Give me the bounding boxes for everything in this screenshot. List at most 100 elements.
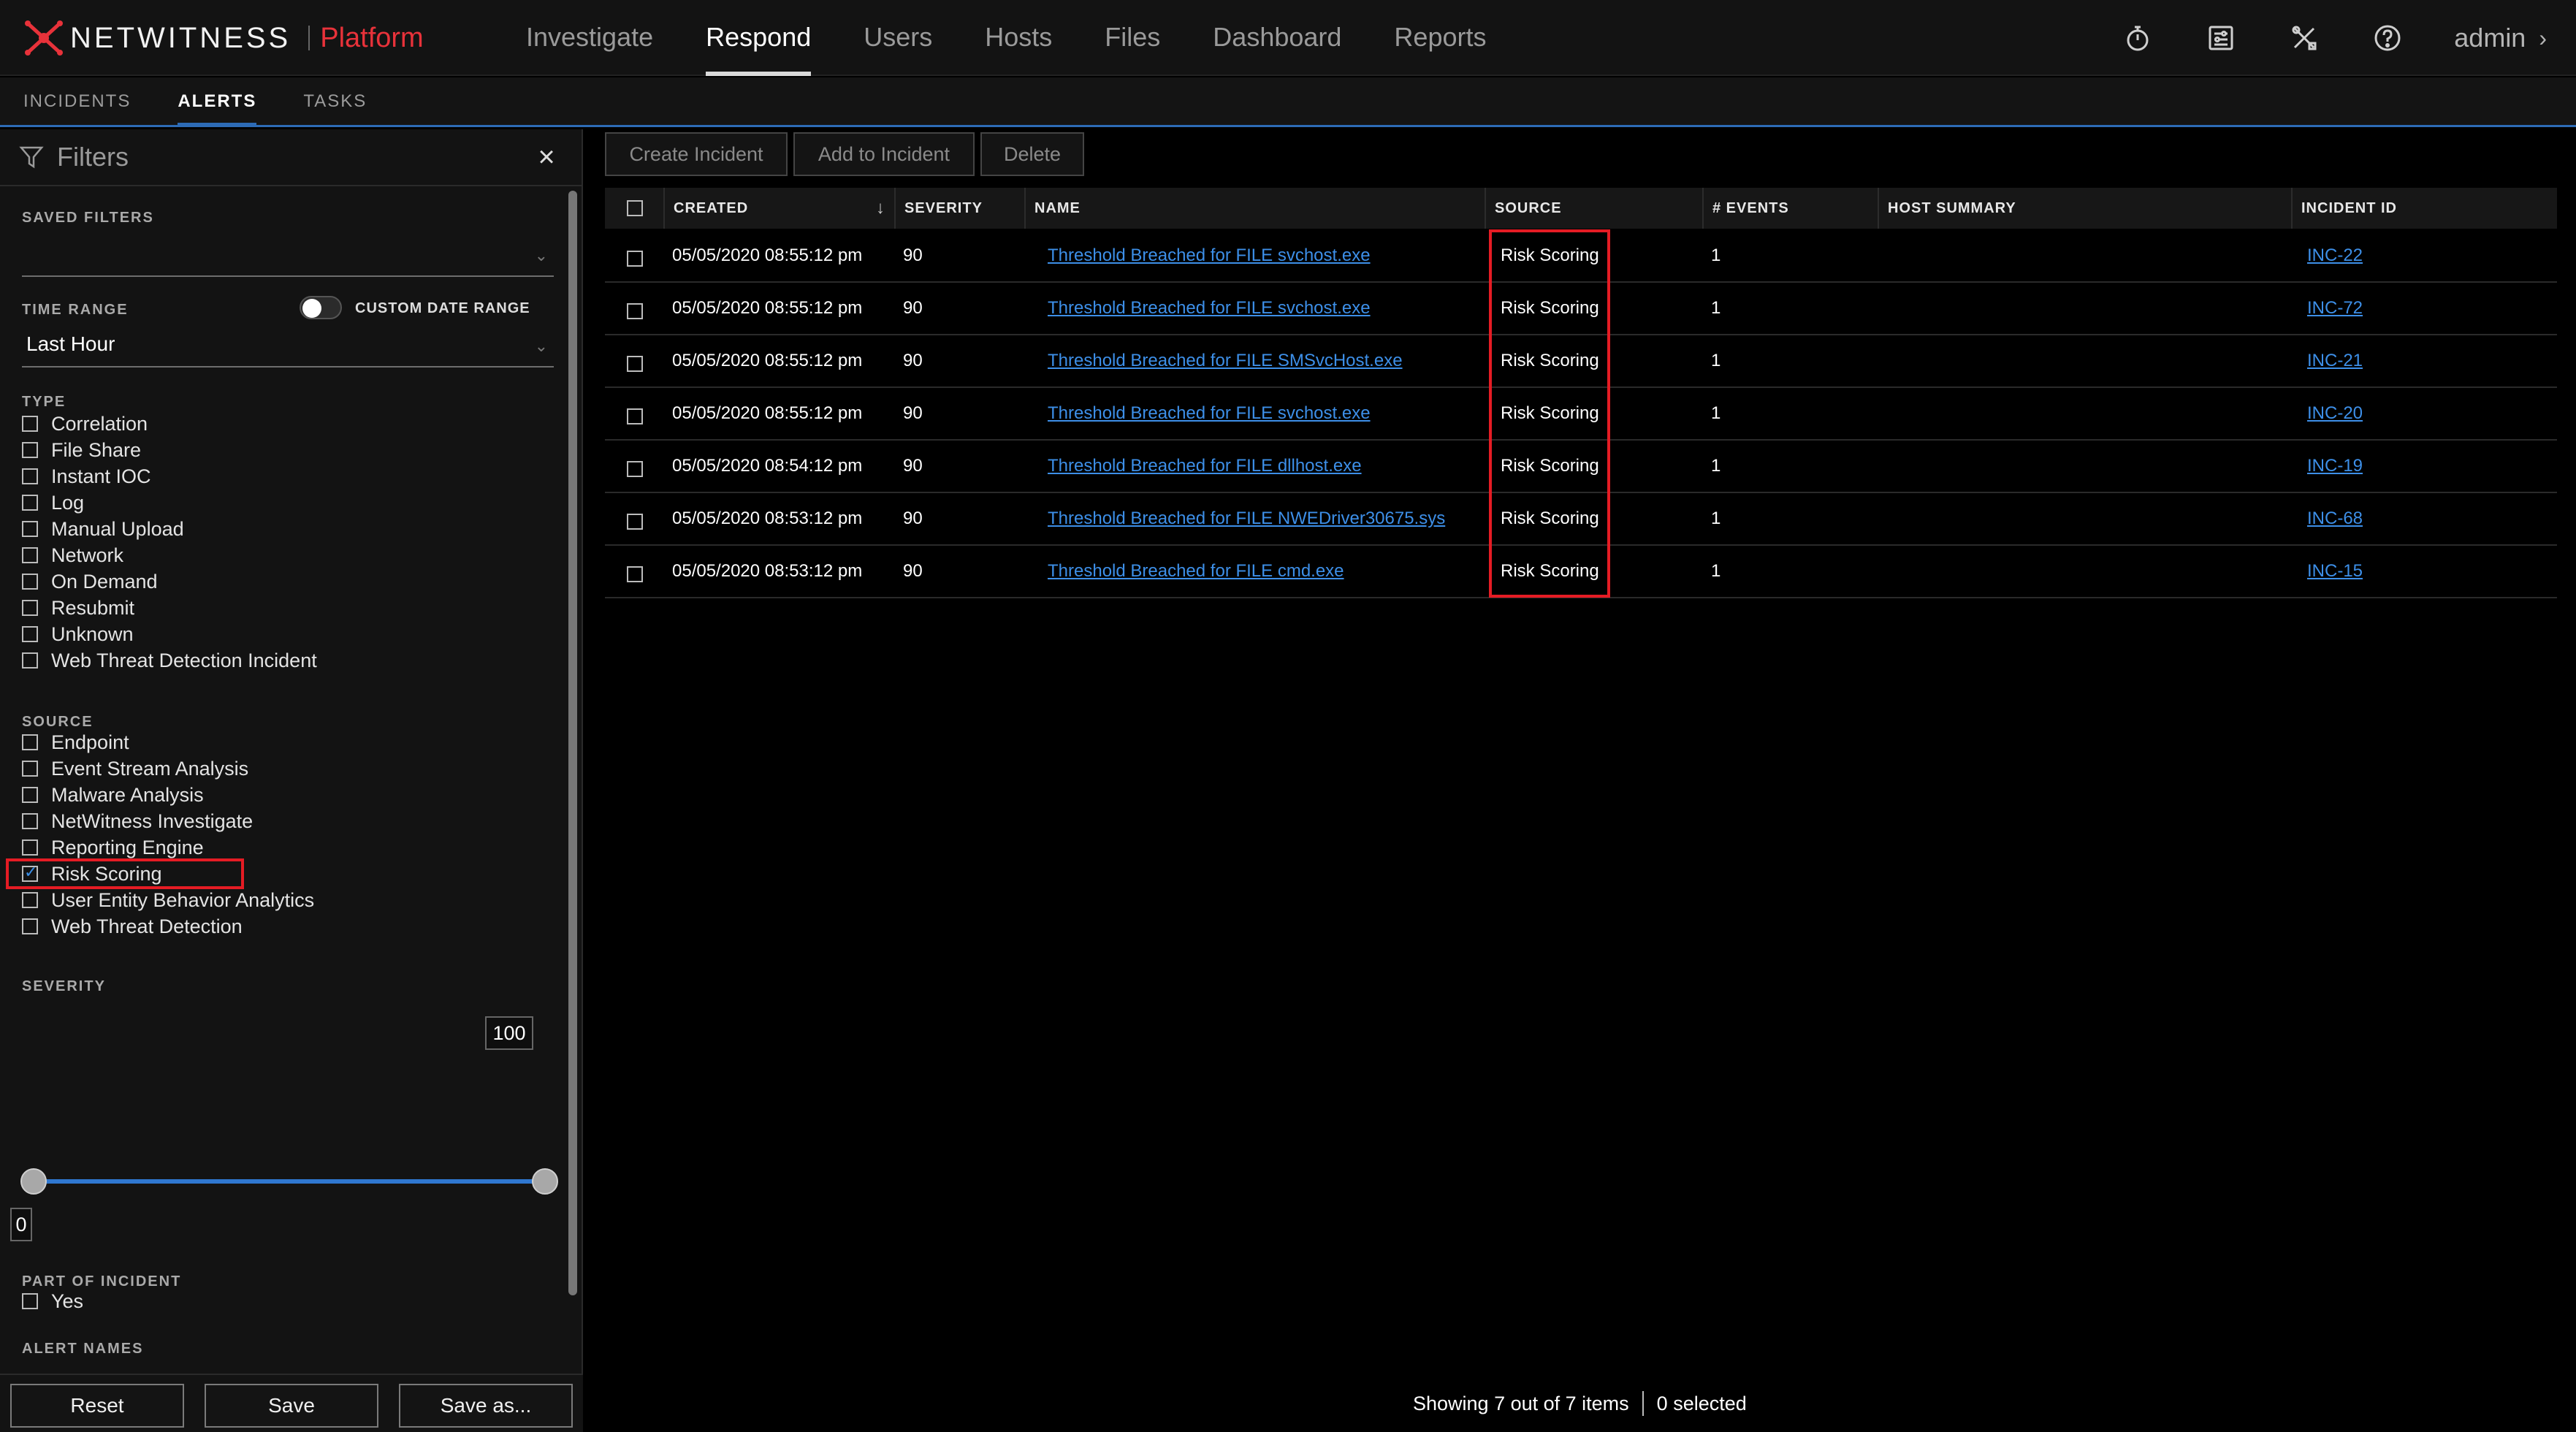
configure-button[interactable] bbox=[2179, 0, 2263, 76]
checkbox[interactable] bbox=[22, 1293, 38, 1309]
netwitness-logo[interactable]: NETWITNESS Platform bbox=[23, 19, 424, 57]
part-of-incident-yes[interactable]: Yes bbox=[22, 1288, 83, 1314]
column-events[interactable]: # EVENTS bbox=[1702, 188, 1878, 229]
alert-name-link[interactable]: Threshold Breached for FILE svchost.exe bbox=[1048, 245, 1371, 265]
row-checkbox[interactable] bbox=[627, 251, 643, 267]
type-file-share[interactable]: File Share bbox=[22, 437, 141, 463]
column-incident-id[interactable]: INCIDENT ID bbox=[2291, 188, 2557, 229]
source-reporting-engine[interactable]: Reporting Engine bbox=[22, 834, 204, 861]
nav-reports[interactable]: Reports bbox=[1368, 0, 1512, 76]
stopwatch-icon bbox=[2127, 26, 2149, 51]
delete-button[interactable]: Delete bbox=[980, 132, 1084, 176]
checkbox[interactable] bbox=[22, 761, 38, 777]
type-manual-upload[interactable]: Manual Upload bbox=[22, 516, 184, 542]
checkbox[interactable] bbox=[22, 813, 38, 829]
alert-name-link[interactable]: Threshold Breached for FILE dllhost.exe bbox=[1048, 456, 1362, 476]
severity-min-value[interactable]: 0 bbox=[10, 1208, 32, 1241]
tab-tasks[interactable]: TASKS bbox=[280, 77, 390, 125]
incident-id-link[interactable]: INC-21 bbox=[2307, 351, 2363, 370]
type-unknown[interactable]: Unknown bbox=[22, 621, 134, 647]
row-checkbox[interactable] bbox=[627, 566, 643, 582]
checkbox[interactable] bbox=[22, 574, 38, 590]
incident-id-link[interactable]: INC-68 bbox=[2307, 509, 2363, 528]
tab-alerts[interactable]: ALERTS bbox=[154, 77, 280, 127]
reset-button[interactable]: Reset bbox=[10, 1384, 184, 1428]
checkbox[interactable] bbox=[22, 892, 38, 908]
saved-filters-dropdown[interactable]: ⌄ bbox=[22, 236, 554, 277]
checkbox[interactable] bbox=[22, 521, 38, 537]
user-menu[interactable]: admin › bbox=[2454, 23, 2547, 53]
checkbox[interactable] bbox=[22, 495, 38, 511]
severity-slider-min-handle[interactable] bbox=[20, 1168, 47, 1195]
row-checkbox[interactable] bbox=[627, 303, 643, 319]
type-network[interactable]: Network bbox=[22, 542, 123, 568]
checkbox-label: File Share bbox=[51, 438, 142, 461]
time-range-dropdown[interactable]: Last Hour ⌄ bbox=[22, 327, 554, 367]
nav-investigate[interactable]: Investigate bbox=[500, 0, 679, 76]
incident-id-link[interactable]: INC-72 bbox=[2307, 298, 2363, 318]
alert-name-link[interactable]: Threshold Breached for FILE cmd.exe bbox=[1048, 561, 1344, 581]
checkbox[interactable] bbox=[22, 787, 38, 803]
filters-scrollbar-thumb[interactable] bbox=[568, 191, 577, 1295]
admin-tools-button[interactable] bbox=[2263, 0, 2346, 76]
nav-files[interactable]: Files bbox=[1078, 0, 1186, 76]
severity-slider-max-handle[interactable] bbox=[532, 1168, 558, 1195]
close-icon[interactable]: × bbox=[532, 142, 561, 172]
checkbox[interactable] bbox=[22, 839, 38, 856]
source-web-threat-detection[interactable]: Web Threat Detection bbox=[22, 913, 243, 940]
type-web-threat-detection-incident[interactable]: Web Threat Detection Incident bbox=[22, 647, 317, 674]
nav-respond[interactable]: Respond bbox=[679, 0, 837, 76]
type-log[interactable]: Log bbox=[22, 490, 84, 516]
type-correlation[interactable]: Correlation bbox=[22, 411, 148, 437]
row-checkbox[interactable] bbox=[627, 408, 643, 424]
custom-date-range-toggle[interactable] bbox=[300, 296, 342, 319]
severity-max-value[interactable]: 100 bbox=[485, 1016, 533, 1050]
checkbox[interactable] bbox=[22, 600, 38, 616]
column-host-summary[interactable]: HOST SUMMARY bbox=[1878, 188, 2291, 229]
alert-name-link[interactable]: Threshold Breached for FILE NWEDriver306… bbox=[1048, 509, 1445, 528]
row-checkbox[interactable] bbox=[627, 356, 643, 372]
nav-users[interactable]: Users bbox=[837, 0, 959, 76]
column-severity[interactable]: SEVERITY bbox=[894, 188, 1024, 229]
source-netwitness-investigate[interactable]: NetWitness Investigate bbox=[22, 808, 253, 834]
nav-dashboard[interactable]: Dashboard bbox=[1186, 0, 1368, 76]
source-endpoint[interactable]: Endpoint bbox=[22, 729, 129, 755]
alert-name-link[interactable]: Threshold Breached for FILE SMSvcHost.ex… bbox=[1048, 351, 1403, 370]
column-source[interactable]: SOURCE bbox=[1485, 188, 1702, 229]
incident-id-link[interactable]: INC-15 bbox=[2307, 561, 2363, 581]
source-user-entity-behavior-analytics[interactable]: User Entity Behavior Analytics bbox=[22, 887, 314, 913]
severity-slider-track[interactable] bbox=[34, 1179, 545, 1184]
part-of-incident-no[interactable]: No bbox=[22, 1314, 77, 1317]
save-button[interactable]: Save bbox=[205, 1384, 378, 1428]
save-as-button[interactable]: Save as... bbox=[399, 1384, 573, 1428]
checkbox[interactable] bbox=[22, 547, 38, 563]
type-instant-ioc[interactable]: Instant IOC bbox=[22, 463, 151, 490]
tab-incidents[interactable]: INCIDENTS bbox=[0, 77, 154, 125]
checkbox[interactable] bbox=[22, 626, 38, 642]
incident-id-link[interactable]: INC-19 bbox=[2307, 456, 2363, 476]
checkbox[interactable] bbox=[22, 652, 38, 669]
alert-name-link[interactable]: Threshold Breached for FILE svchost.exe bbox=[1048, 298, 1371, 318]
checkbox[interactable] bbox=[22, 442, 38, 458]
add-to-incident-button[interactable]: Add to Incident bbox=[793, 132, 975, 176]
column-name[interactable]: NAME bbox=[1024, 188, 1485, 229]
column-created[interactable]: CREATED ↓ bbox=[663, 188, 894, 229]
source-event-stream-analysis[interactable]: Event Stream Analysis bbox=[22, 755, 248, 782]
type-resubmit[interactable]: Resubmit bbox=[22, 595, 134, 621]
incident-id-link[interactable]: INC-22 bbox=[2307, 245, 2363, 265]
source-malware-analysis[interactable]: Malware Analysis bbox=[22, 782, 204, 808]
create-incident-button[interactable]: Create Incident bbox=[605, 132, 788, 176]
checkbox[interactable] bbox=[22, 918, 38, 934]
checkbox[interactable] bbox=[22, 468, 38, 484]
type-on-demand[interactable]: On Demand bbox=[22, 568, 158, 595]
help-button[interactable] bbox=[2346, 0, 2429, 76]
checkbox[interactable] bbox=[22, 416, 38, 432]
select-all-checkbox[interactable] bbox=[627, 200, 643, 216]
nav-hosts[interactable]: Hosts bbox=[959, 0, 1078, 76]
row-checkbox[interactable] bbox=[627, 461, 643, 477]
stopwatch-button[interactable] bbox=[2096, 0, 2179, 76]
alert-name-link[interactable]: Threshold Breached for FILE svchost.exe bbox=[1048, 403, 1371, 423]
incident-id-link[interactable]: INC-20 bbox=[2307, 403, 2363, 423]
checkbox[interactable] bbox=[22, 734, 38, 750]
row-checkbox[interactable] bbox=[627, 514, 643, 530]
